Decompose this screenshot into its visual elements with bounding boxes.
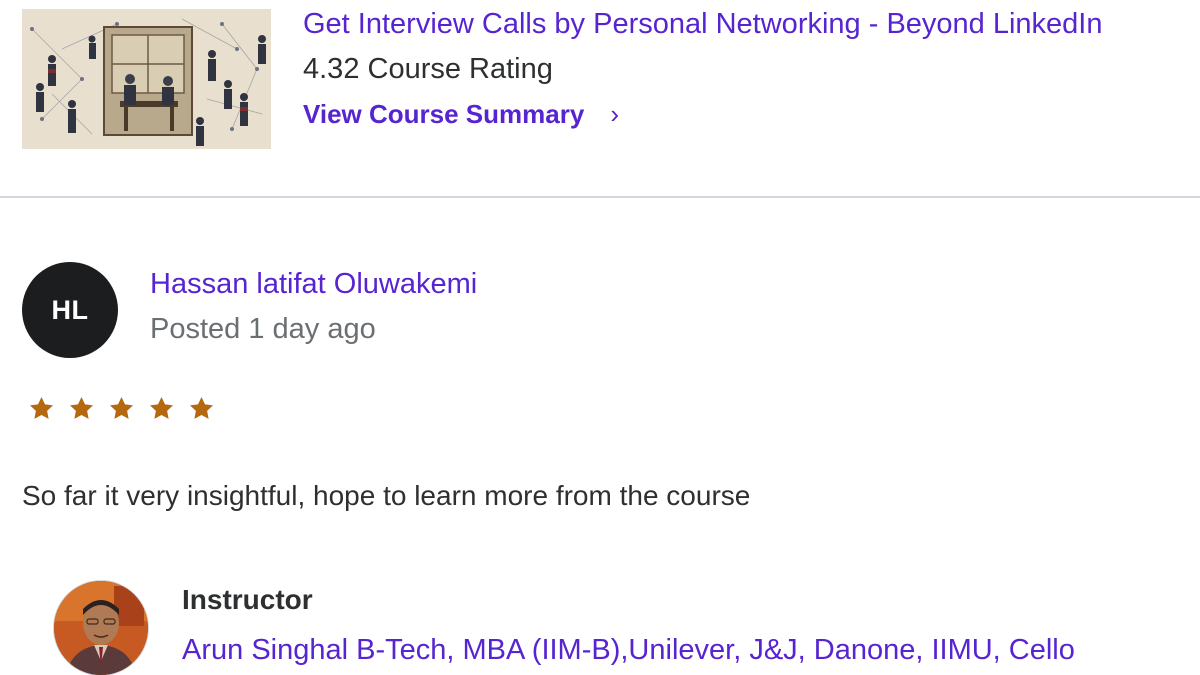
star-icon: [188, 395, 215, 422]
reviewer-avatar: HL: [22, 262, 118, 358]
view-course-summary-link[interactable]: View Course Summary ›: [303, 97, 619, 131]
star-icon: [108, 395, 135, 422]
posted-time: Posted 1 day ago: [150, 313, 376, 345]
instructor-photo-icon: [54, 581, 148, 675]
section-divider: [0, 196, 1200, 198]
star-icon: [148, 395, 175, 422]
course-thumbnail[interactable]: [22, 9, 271, 149]
instructor-name-link[interactable]: Arun Singhal B-Tech, MBA (IIM-B),Unileve…: [182, 632, 1075, 668]
review-text: So far it very insightful, hope to learn…: [22, 480, 751, 511]
review-page: Get Interview Calls by Personal Networki…: [0, 0, 1200, 675]
star-icon: [68, 395, 95, 422]
chevron-right-icon: ›: [610, 99, 619, 129]
course-title-link[interactable]: Get Interview Calls by Personal Networki…: [303, 6, 1103, 42]
star-icon: [28, 395, 55, 422]
course-rating: 4.32 Course Rating: [303, 53, 553, 85]
instructor-heading: Instructor: [182, 584, 313, 615]
reviewer-name[interactable]: Hassan latifat Oluwakemi: [150, 266, 477, 302]
instructor-avatar[interactable]: [54, 581, 148, 675]
view-course-summary-label: View Course Summary: [303, 99, 585, 129]
rating-stars: [28, 395, 215, 422]
networking-illustration-icon: [22, 9, 271, 149]
